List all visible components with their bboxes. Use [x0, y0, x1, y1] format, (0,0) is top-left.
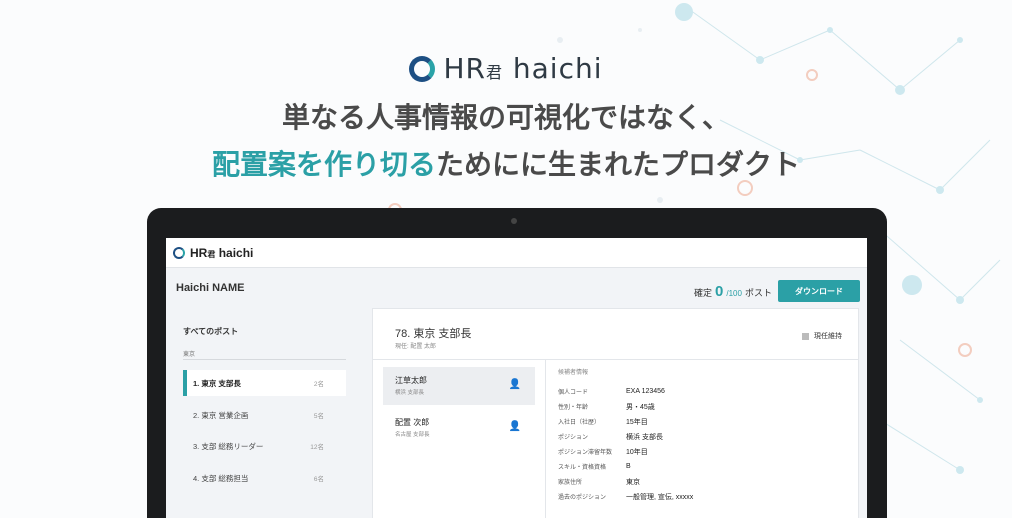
- headline-line2: 配置案を作り切るためにに生まれたプロダクト: [0, 143, 1012, 183]
- keep-label: 現任維持: [814, 333, 842, 340]
- panel-divider: [373, 359, 858, 360]
- download-button[interactable]: ダウンロード: [778, 280, 860, 302]
- headline-accent: 配置案を作り切る: [211, 148, 436, 181]
- info-row: ポジション滞留年数 10年目: [558, 448, 648, 457]
- post-incumbent: 現任: 配置 太郎: [395, 344, 437, 350]
- app-screen: HR君 haichi Haichi NAME 確定 0 /100 ポスト ダウン…: [166, 238, 867, 518]
- info-row: 家族住所 東京: [558, 478, 640, 487]
- post-label: 4. 支部 総務担当: [193, 473, 249, 483]
- post-count: 6名: [313, 476, 324, 483]
- confirm-unit: ポスト: [744, 288, 772, 298]
- candidate-name: 江草太郎: [395, 376, 427, 385]
- info-row: スキル・資格資格 B: [558, 463, 631, 471]
- app-header: HR君 haichi: [166, 238, 867, 268]
- post-title: 78. 東京 支部長: [395, 328, 472, 340]
- sidebar-post-item[interactable]: 2. 東京 営業企画 5名: [183, 402, 346, 428]
- hero-logo: HR君 haichi: [0, 52, 1012, 85]
- assign-person-icon[interactable]: 👤: [509, 421, 521, 432]
- candidate-item[interactable]: 江草太郎 横浜 支部長 👤: [383, 367, 535, 405]
- sidebar-post-item[interactable]: 4. 支部 総務担当 6名: [183, 465, 346, 491]
- camera-icon: [511, 218, 517, 224]
- hero-brand: HR君 haichi: [443, 52, 603, 85]
- post-count: 5名: [313, 413, 324, 420]
- confirm-label: 確定: [694, 288, 713, 298]
- app-brand[interactable]: HR君 haichi: [190, 246, 253, 260]
- sidebar-group-label: 東京: [183, 352, 196, 358]
- panel-vertical-divider: [545, 360, 546, 518]
- post-detail-panel: 78. 東京 支部長 現任: 配置 太郎 現任維持 江草太郎 横浜 支部長 👤 …: [372, 308, 859, 518]
- confirm-total: /100: [726, 289, 742, 298]
- post-sidebar: すべてのポスト 東京 1. 東京 支部長 2名 2. 東京 営業企画 5名 3.…: [176, 316, 356, 518]
- info-row: ポジション 横浜 支部長: [558, 433, 663, 442]
- candidate-info: 候補者情報 個人コード EXA 123456 性別・年齢 男・45歳 入社日（社歴）…: [558, 367, 848, 504]
- info-row: 性別・年齢 男・45歳: [558, 403, 655, 412]
- headline-line1: 単なる人事情報の可視化ではなく、: [281, 101, 730, 134]
- post-label: 3. 支部 総務リーダー: [193, 441, 264, 451]
- sidebar-post-item[interactable]: 3. 支部 総務リーダー 12名: [183, 433, 346, 459]
- post-label: 1. 東京 支部長: [193, 378, 241, 388]
- checkbox-icon[interactable]: [802, 332, 809, 340]
- candidate-position: 横浜 支部長: [395, 390, 425, 396]
- page-title: Haichi NAME: [176, 282, 245, 294]
- sidebar-heading: すべてのポスト: [183, 327, 239, 336]
- keep-current-toggle[interactable]: 現任維持: [802, 331, 842, 341]
- logo-ring-icon: [409, 55, 436, 82]
- laptop-frame: HR君 haichi Haichi NAME 確定 0 /100 ポスト ダウン…: [147, 208, 887, 518]
- confirm-count: 0: [715, 283, 724, 300]
- info-row: 個人コード EXA 123456: [558, 388, 665, 396]
- post-count: 2名: [313, 381, 324, 388]
- assign-person-icon[interactable]: 👤: [509, 379, 521, 390]
- post-count: 12名: [310, 444, 324, 451]
- post-label: 2. 東京 営業企画: [193, 410, 249, 420]
- headline-rest: ためにに生まれたプロダクト: [436, 148, 801, 181]
- candidate-item[interactable]: 配置 次郎 名古屋 支部長 👤: [383, 409, 535, 447]
- sidebar-divider: [183, 359, 346, 360]
- candidate-position: 名古屋 支部長: [395, 432, 430, 438]
- info-row: 入社日（社歴） 15年目: [558, 418, 648, 427]
- app-logo-icon: [173, 246, 185, 259]
- sidebar-post-item[interactable]: 1. 東京 支部長 2名: [183, 370, 346, 396]
- info-row: 過去のポジション 一般管理, 宣伝, xxxxx: [558, 493, 694, 502]
- candidate-name: 配置 次郎: [395, 418, 430, 427]
- info-heading: 候補者情報: [558, 370, 589, 376]
- confirm-counter: 確定 0 /100 ポスト: [694, 283, 772, 300]
